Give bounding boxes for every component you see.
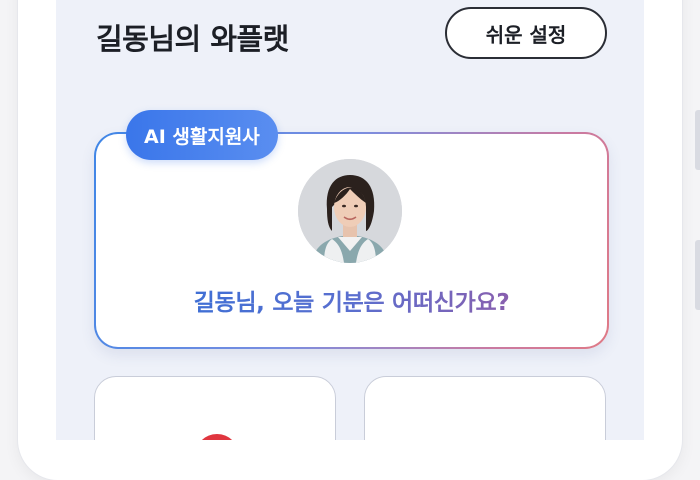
ai-assistant-badge: AI 생활지원사 [126,110,278,160]
greeting-message: 길동님, 오늘 기분은 어떠신가요? [94,283,609,317]
menu-card-right[interactable] [364,376,606,440]
phone-side-button [695,240,700,310]
phone-side-button [695,110,700,170]
red-circle-icon [195,434,239,440]
assistant-avatar[interactable] [298,159,402,263]
woman-portrait-icon [298,159,402,263]
page-title: 길동님의 와플랫 [96,22,289,56]
menu-card-left[interactable] [94,376,336,440]
easy-settings-button[interactable]: 쉬운 설정 [445,7,607,59]
app-screen: 길동님의 와플랫 쉬운 설정 AI 생활지원사 길동님, 오늘 기분은 어떠신가… [56,0,644,440]
